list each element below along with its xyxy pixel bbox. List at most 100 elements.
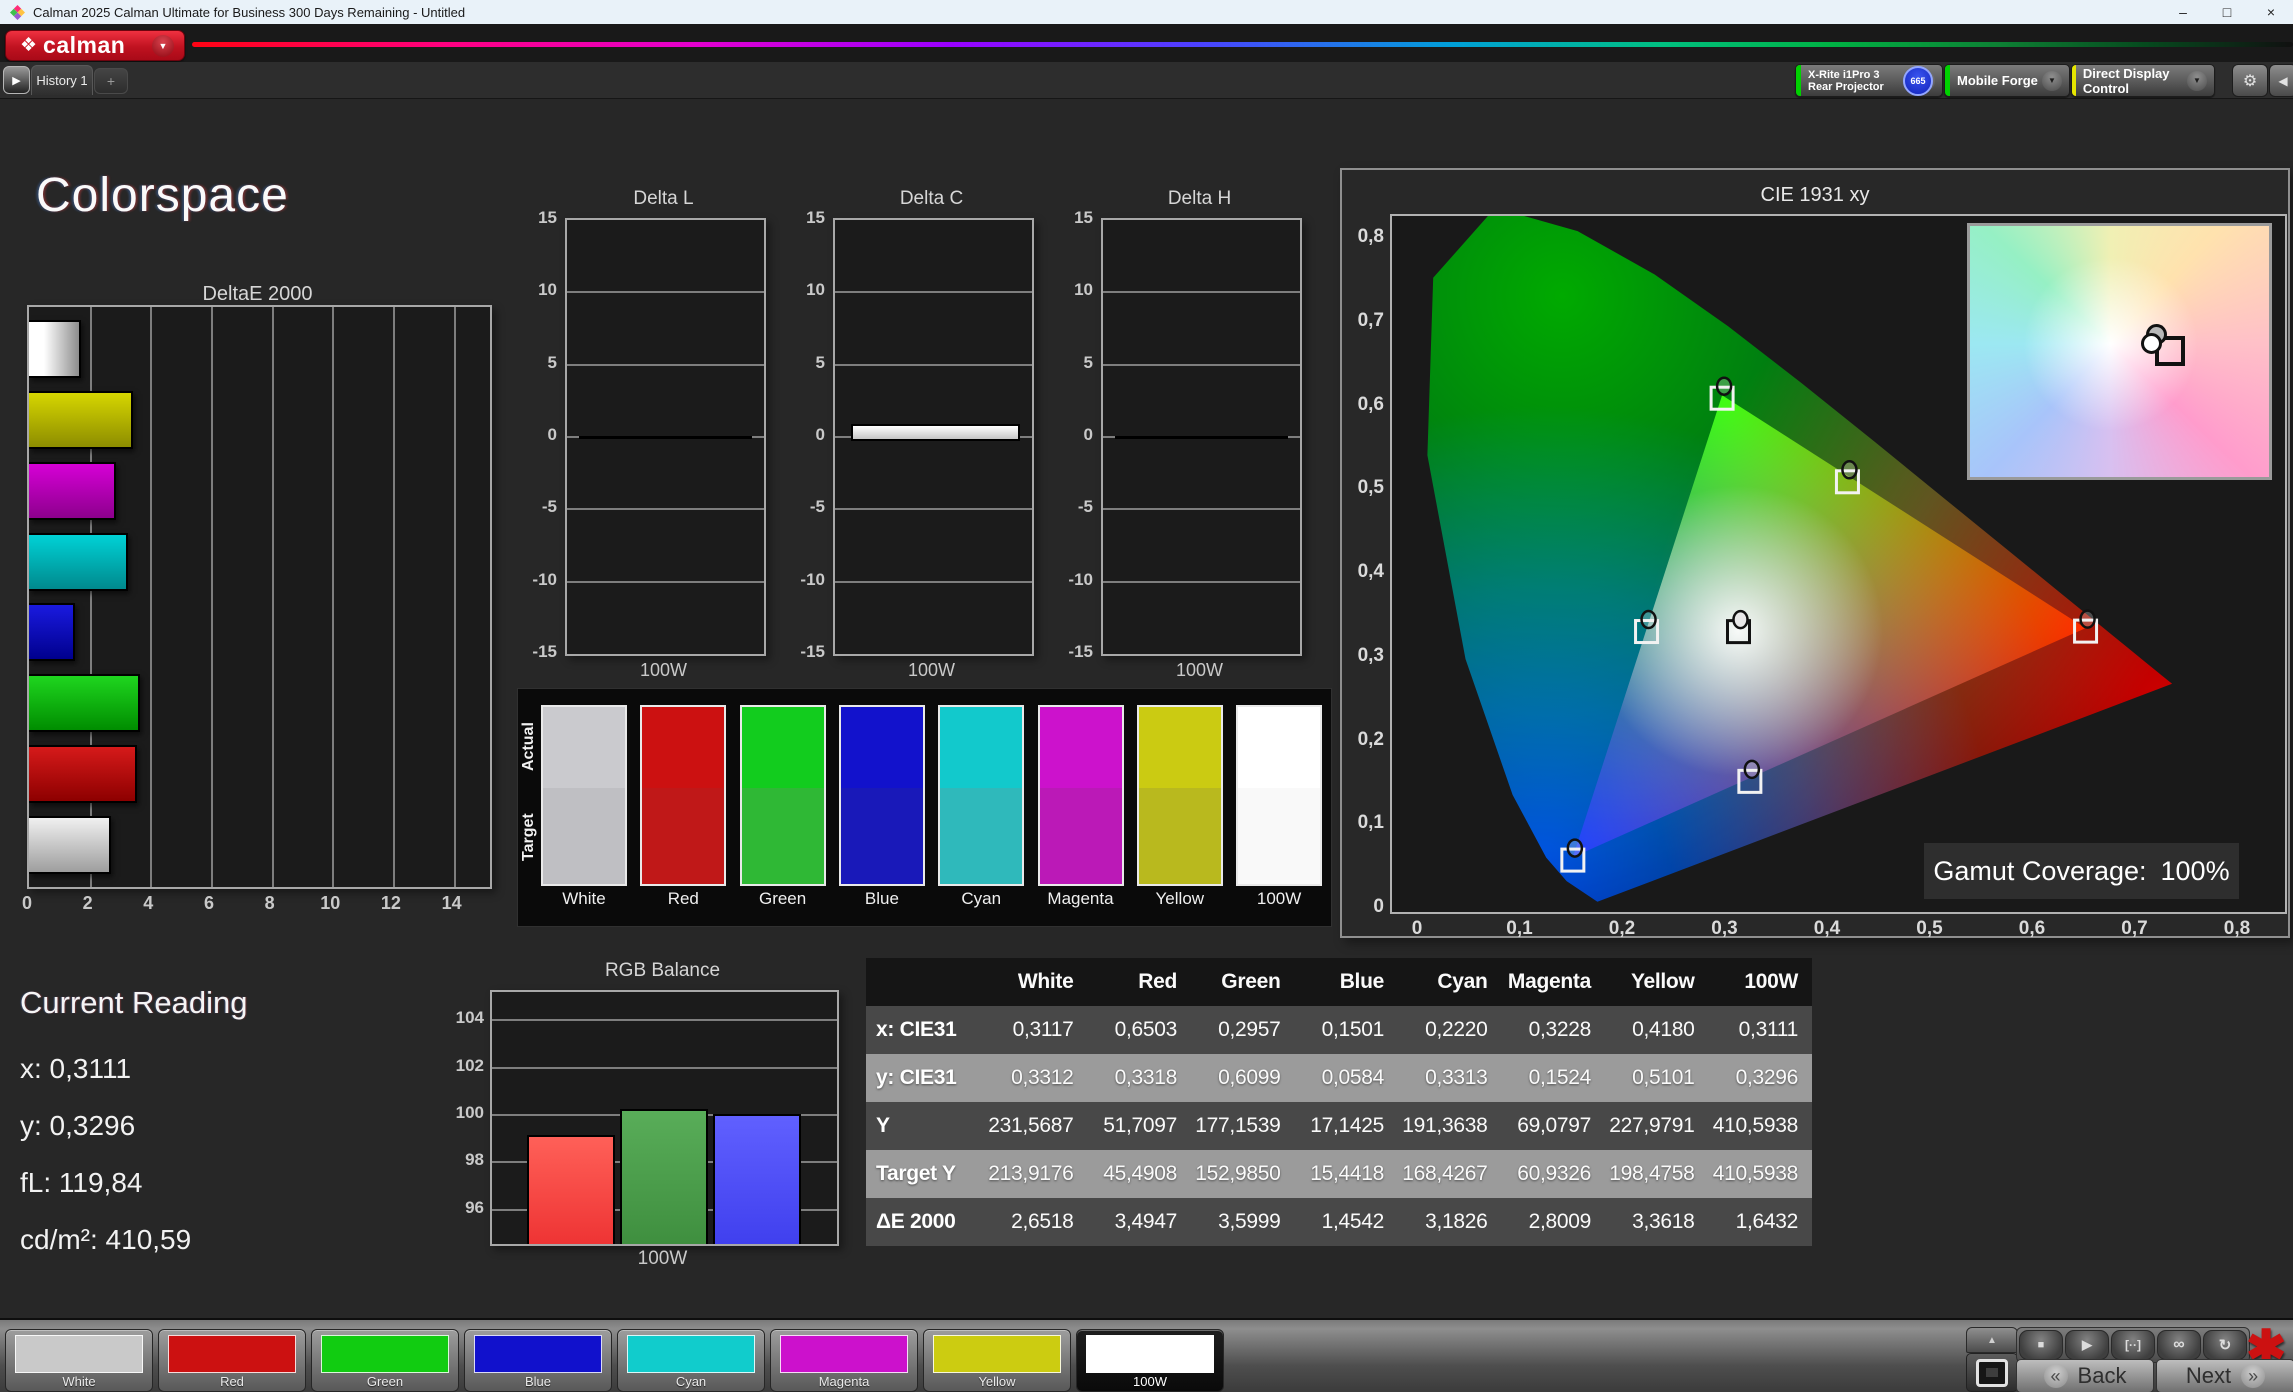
reading-x: x: 0,3111	[20, 1053, 131, 1085]
table-value: 69,0797	[1502, 1114, 1606, 1138]
patch-actual-swatch	[642, 707, 724, 788]
y-tick: -5	[787, 497, 825, 517]
footer-patch-label: Blue	[465, 1374, 611, 1389]
delta-c-title: Delta C	[833, 188, 1030, 210]
settings-gear-button[interactable]: ⚙	[2232, 64, 2268, 97]
table-value: 2,8009	[1502, 1210, 1606, 1234]
patch-label: Green	[738, 889, 828, 909]
cie-measured-red	[2081, 611, 2095, 628]
y-tick: 5	[1055, 353, 1093, 373]
footer-swatch	[933, 1335, 1061, 1373]
footer-patch-green[interactable]: Green	[311, 1329, 459, 1392]
source-dropdown[interactable]: Mobile Forge ▼	[1944, 64, 2070, 97]
cie-y-tick: 0	[1342, 896, 1384, 918]
delta-l-bar	[579, 436, 752, 439]
table-value: 60,9326	[1502, 1162, 1606, 1186]
play-button[interactable]: ▶	[2065, 1330, 2109, 1360]
row-label: Y	[866, 1114, 984, 1138]
add-tab-button[interactable]: +	[94, 68, 128, 94]
pattern-window-button[interactable]	[1966, 1353, 2018, 1392]
deltae-x-tick: 8	[255, 893, 285, 914]
cie-y-tick: 0,1	[1342, 812, 1384, 834]
minimize-button[interactable]: –	[2161, 0, 2205, 24]
table-value: 410,5938	[1709, 1162, 1813, 1186]
footer-patch-red[interactable]: Red	[158, 1329, 306, 1392]
rgb-y-tick: 96	[444, 1198, 484, 1218]
table-value: 15,4418	[1295, 1162, 1399, 1186]
close-button[interactable]: ×	[2249, 0, 2293, 24]
delta-l-plot	[565, 218, 766, 656]
patch-actual-swatch	[1040, 707, 1122, 788]
patch-label: Red	[638, 889, 728, 909]
continuous-read-button[interactable]: ∞	[2157, 1330, 2201, 1360]
target-row-label: Target	[520, 788, 540, 886]
footer-patch-label: 100W	[1077, 1374, 1223, 1389]
cie-chart-title: CIE 1931 xy	[1342, 184, 2288, 207]
rgb-balance-chart	[490, 990, 839, 1246]
y-tick: 15	[787, 208, 825, 228]
display-control-dropdown[interactable]: Direct Display Control ▼	[2071, 64, 2215, 97]
read-series-button[interactable]: [··]	[2111, 1330, 2155, 1360]
deltae-bar-yellow	[29, 391, 133, 449]
deltae-x-tick: 6	[194, 893, 224, 914]
patch-blue	[839, 705, 925, 886]
actual-row-label: Actual	[520, 705, 540, 788]
next-button[interactable]: Next »	[2156, 1359, 2293, 1392]
app-icon	[10, 5, 25, 20]
footer-patch-label: White	[6, 1374, 152, 1389]
delta-l-chart: Delta L151050-5-10-15100W	[519, 188, 762, 693]
y-tick: -15	[787, 642, 825, 662]
collapse-panel-button[interactable]: ◀	[2269, 64, 2293, 97]
meter-status-stripe	[1796, 65, 1801, 96]
footer-patch-100w[interactable]: 100W	[1076, 1329, 1224, 1392]
meter-line2: Rear Projector	[1808, 81, 1884, 93]
column-header-cyan: Cyan	[1398, 970, 1502, 994]
reading-cdm: cd/m²: 410,59	[20, 1224, 191, 1256]
table-value: 0,3312	[984, 1066, 1088, 1090]
footer-patch-cyan[interactable]: Cyan	[617, 1329, 765, 1392]
patch-yellow	[1137, 705, 1223, 886]
delta-c-plot	[833, 218, 1034, 656]
patch-target-swatch	[642, 788, 724, 884]
rgb-balance-title: RGB Balance	[490, 960, 835, 982]
history-play-button[interactable]: ▶	[3, 66, 30, 94]
delta-l-x-label: 100W	[565, 660, 762, 681]
table-value: 177,1539	[1191, 1114, 1295, 1138]
footer-patch-magenta[interactable]: Magenta	[770, 1329, 918, 1392]
panel-up-button[interactable]: ▲	[1966, 1327, 2018, 1353]
y-tick: 0	[1055, 425, 1093, 445]
footer-swatch	[321, 1335, 449, 1373]
patch-red	[640, 705, 726, 886]
y-tick: 15	[519, 208, 557, 228]
patch-target-swatch	[1238, 788, 1320, 884]
table-value: 45,4908	[1088, 1162, 1192, 1186]
delta-h-chart: Delta H151050-5-10-15100W	[1055, 188, 1298, 693]
maximize-button[interactable]: □	[2205, 0, 2249, 24]
row-label: Target Y	[866, 1162, 984, 1186]
footer-patch-blue[interactable]: Blue	[464, 1329, 612, 1392]
calman-menu-button[interactable]: ❖ calman ▼	[5, 30, 185, 61]
tab-history-1[interactable]: History 1	[31, 65, 93, 95]
cie-measured-yellow	[1842, 461, 1856, 478]
footer-patch-label: Magenta	[771, 1374, 917, 1389]
cie-x-tick: 0,5	[1906, 918, 1954, 940]
cie-measured-cyan	[1642, 611, 1656, 628]
rgb-y-tick: 102	[444, 1056, 484, 1076]
table-value: 0,5101	[1605, 1066, 1709, 1090]
up-arrow-icon: ▲	[1987, 1335, 1997, 1346]
stop-icon: ■	[2038, 1339, 2045, 1351]
delta-h-x-label: 100W	[1101, 660, 1298, 681]
y-tick: 10	[1055, 280, 1093, 300]
footer-patch-white[interactable]: White	[5, 1329, 153, 1392]
page-title: Colorspace	[36, 168, 289, 223]
stop-button[interactable]: ■	[2019, 1330, 2063, 1360]
source-status-stripe	[1945, 65, 1950, 96]
table-row: Target Y213,917645,4908152,985015,441816…	[866, 1150, 1812, 1198]
y-tick: 10	[787, 280, 825, 300]
footer-patch-yellow[interactable]: Yellow	[923, 1329, 1071, 1392]
footer-swatch	[1086, 1335, 1214, 1373]
patch-label: Blue	[837, 889, 927, 909]
delta-c-x-label: 100W	[833, 660, 1030, 681]
loop-button[interactable]: ↻	[2203, 1330, 2247, 1360]
back-button[interactable]: « Back	[2016, 1359, 2154, 1392]
